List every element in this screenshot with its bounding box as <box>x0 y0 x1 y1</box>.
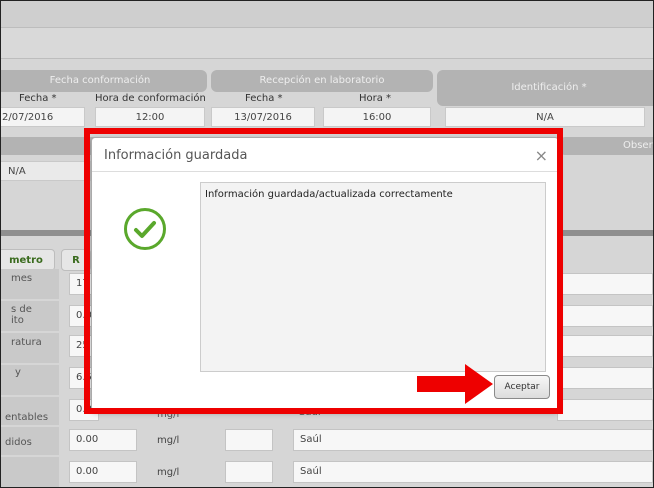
col-hora-recepcion: Hora * <box>359 93 392 104</box>
fecha-conformacion-field[interactable]: 2/07/2016 <box>1 107 85 127</box>
person-field[interactable]: Saúl <box>293 461 653 483</box>
hora-conformacion-field[interactable]: 12:00 <box>95 107 205 127</box>
app-frame: Fecha conformación Recepción en laborato… <box>0 0 654 488</box>
right-field[interactable] <box>557 399 653 421</box>
unit-label: mg/l <box>157 467 180 478</box>
section-observaciones: Obser <box>561 137 653 155</box>
section-recepcion-laboratorio: Recepción en laboratorio <box>211 70 433 92</box>
identificacion-field[interactable]: N/A <box>445 107 645 127</box>
param-label: entables <box>5 412 49 423</box>
col-hora-conformacion: Hora de conformación <box>95 93 206 104</box>
na-field[interactable]: N/A <box>1 161 91 181</box>
toolbar-band <box>1 27 653 59</box>
param-label: didos <box>5 437 32 448</box>
right-field[interactable] <box>557 305 653 327</box>
param-label: y <box>15 367 21 378</box>
hora-recepcion-field[interactable]: 16:00 <box>323 107 431 127</box>
tab-parametro[interactable]: metro <box>1 249 55 271</box>
section-identificacion: Identificación * <box>437 70 653 106</box>
param-label: s de ito <box>11 304 32 326</box>
right-field[interactable] <box>557 367 653 389</box>
extra-field[interactable] <box>225 429 273 451</box>
fecha-recepcion-field[interactable]: 13/07/2016 <box>211 107 315 127</box>
right-field[interactable] <box>557 335 653 357</box>
top-toolbar <box>1 1 653 59</box>
param-label: mes <box>11 273 33 284</box>
unit-label: mg/l <box>157 435 180 446</box>
extra-field[interactable] <box>225 461 273 483</box>
param-label: ratura <box>11 337 42 348</box>
left-section-bar <box>1 137 97 155</box>
param-value[interactable]: 0.00 <box>69 461 137 483</box>
col-fecha: Fecha * <box>19 93 57 104</box>
col-fecha-recepcion: Fecha * <box>245 93 283 104</box>
section-fecha-conformacion: Fecha conformación <box>1 70 207 92</box>
right-field[interactable] <box>557 273 653 295</box>
param-cell <box>1 457 59 487</box>
arrow-right-icon <box>417 364 493 404</box>
param-value[interactable]: 0.00 <box>69 429 137 451</box>
person-field[interactable]: Saúl <box>293 429 653 451</box>
